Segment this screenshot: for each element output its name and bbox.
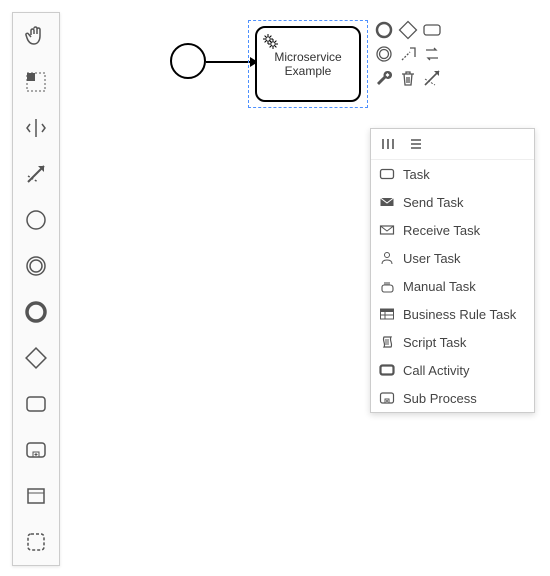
list-view-icon — [409, 137, 423, 151]
grid-view-icon — [381, 137, 395, 151]
script-task-icon — [379, 334, 395, 350]
task-icon — [422, 20, 442, 40]
receive-task-icon — [379, 222, 395, 238]
create-start-event[interactable] — [13, 197, 59, 243]
annotation-icon — [398, 44, 418, 64]
call-activity-icon — [379, 362, 395, 378]
delete-element[interactable] — [396, 66, 420, 90]
send-task-icon — [379, 194, 395, 210]
menu-item-label: Send Task — [403, 195, 463, 210]
create-group[interactable] — [13, 519, 59, 565]
start-event-icon — [24, 208, 48, 232]
create-end-event[interactable] — [13, 289, 59, 335]
data-object-icon — [24, 484, 48, 508]
wrench-action[interactable] — [372, 66, 396, 90]
end-event-icon — [374, 20, 394, 40]
replace-icon — [422, 44, 442, 64]
context-pad — [372, 18, 450, 90]
trash-icon — [398, 68, 418, 88]
task-icon — [24, 392, 48, 416]
menu-item-label: User Task — [403, 251, 461, 266]
connect-from[interactable] — [420, 66, 444, 90]
sub-process-icon — [379, 390, 395, 406]
replace-option-user-task[interactable]: User Task — [371, 244, 534, 272]
append-task[interactable] — [420, 18, 444, 42]
task-label: Microservice Example — [274, 50, 341, 78]
replace-menu-header — [371, 129, 534, 160]
replace-element[interactable] — [420, 42, 444, 66]
service-task-marker-icon — [261, 32, 279, 50]
replace-option-script-task[interactable]: Script Task — [371, 328, 534, 356]
lasso-icon — [24, 70, 48, 94]
replace-menu: Task Send Task Receive Task User Task Ma… — [370, 128, 535, 413]
replace-option-task[interactable]: Task — [371, 160, 534, 188]
replace-option-send-task[interactable]: Send Task — [371, 188, 534, 216]
create-gateway[interactable] — [13, 335, 59, 381]
replace-option-business-rule-task[interactable]: Business Rule Task — [371, 300, 534, 328]
append-intermediate-event[interactable] — [372, 42, 396, 66]
menu-item-label: Sub Process — [403, 391, 477, 406]
create-task[interactable] — [13, 381, 59, 427]
create-data-object[interactable] — [13, 473, 59, 519]
subprocess-expanded-icon — [24, 438, 48, 462]
replace-option-call-activity[interactable]: Call Activity — [371, 356, 534, 384]
gateway-icon — [398, 20, 418, 40]
replace-option-sub-process[interactable]: Sub Process — [371, 384, 534, 412]
connect-icon — [422, 68, 442, 88]
service-task-node[interactable]: Microservice Example — [255, 26, 361, 102]
menu-item-label: Manual Task — [403, 279, 476, 294]
group-icon — [24, 530, 48, 554]
menu-item-label: Task — [403, 167, 430, 182]
append-text-annotation[interactable] — [396, 42, 420, 66]
space-tool[interactable] — [13, 105, 59, 151]
connect-icon — [24, 162, 48, 186]
create-subprocess-expanded[interactable] — [13, 427, 59, 473]
append-gateway[interactable] — [396, 18, 420, 42]
replace-menu-list: Task Send Task Receive Task User Task Ma… — [371, 160, 534, 412]
end-event-icon — [24, 300, 48, 324]
tool-palette — [12, 12, 60, 566]
append-end-event[interactable] — [372, 18, 396, 42]
wrench-icon — [374, 68, 394, 88]
global-connect-tool[interactable] — [13, 151, 59, 197]
replace-option-manual-task[interactable]: Manual Task — [371, 272, 534, 300]
hand-tool[interactable] — [13, 13, 59, 59]
gateway-icon — [24, 346, 48, 370]
intermediate-event-icon — [374, 44, 394, 64]
menu-item-label: Call Activity — [403, 363, 469, 378]
start-event-node[interactable] — [170, 43, 206, 79]
business-rule-icon — [379, 306, 395, 322]
menu-item-label: Script Task — [403, 335, 466, 350]
space-icon — [24, 116, 48, 140]
user-task-icon — [379, 250, 395, 266]
replace-option-receive-task[interactable]: Receive Task — [371, 216, 534, 244]
view-list-button[interactable] — [407, 135, 425, 153]
create-intermediate-event[interactable] — [13, 243, 59, 289]
task-icon — [379, 166, 395, 182]
menu-item-label: Receive Task — [403, 223, 480, 238]
diagram-canvas[interactable]: Microservice Example — [60, 0, 550, 576]
menu-item-label: Business Rule Task — [403, 307, 516, 322]
intermediate-event-icon — [24, 254, 48, 278]
lasso-tool[interactable] — [13, 59, 59, 105]
view-grid-button[interactable] — [379, 135, 397, 153]
hand-icon — [24, 24, 48, 48]
manual-task-icon — [379, 278, 395, 294]
